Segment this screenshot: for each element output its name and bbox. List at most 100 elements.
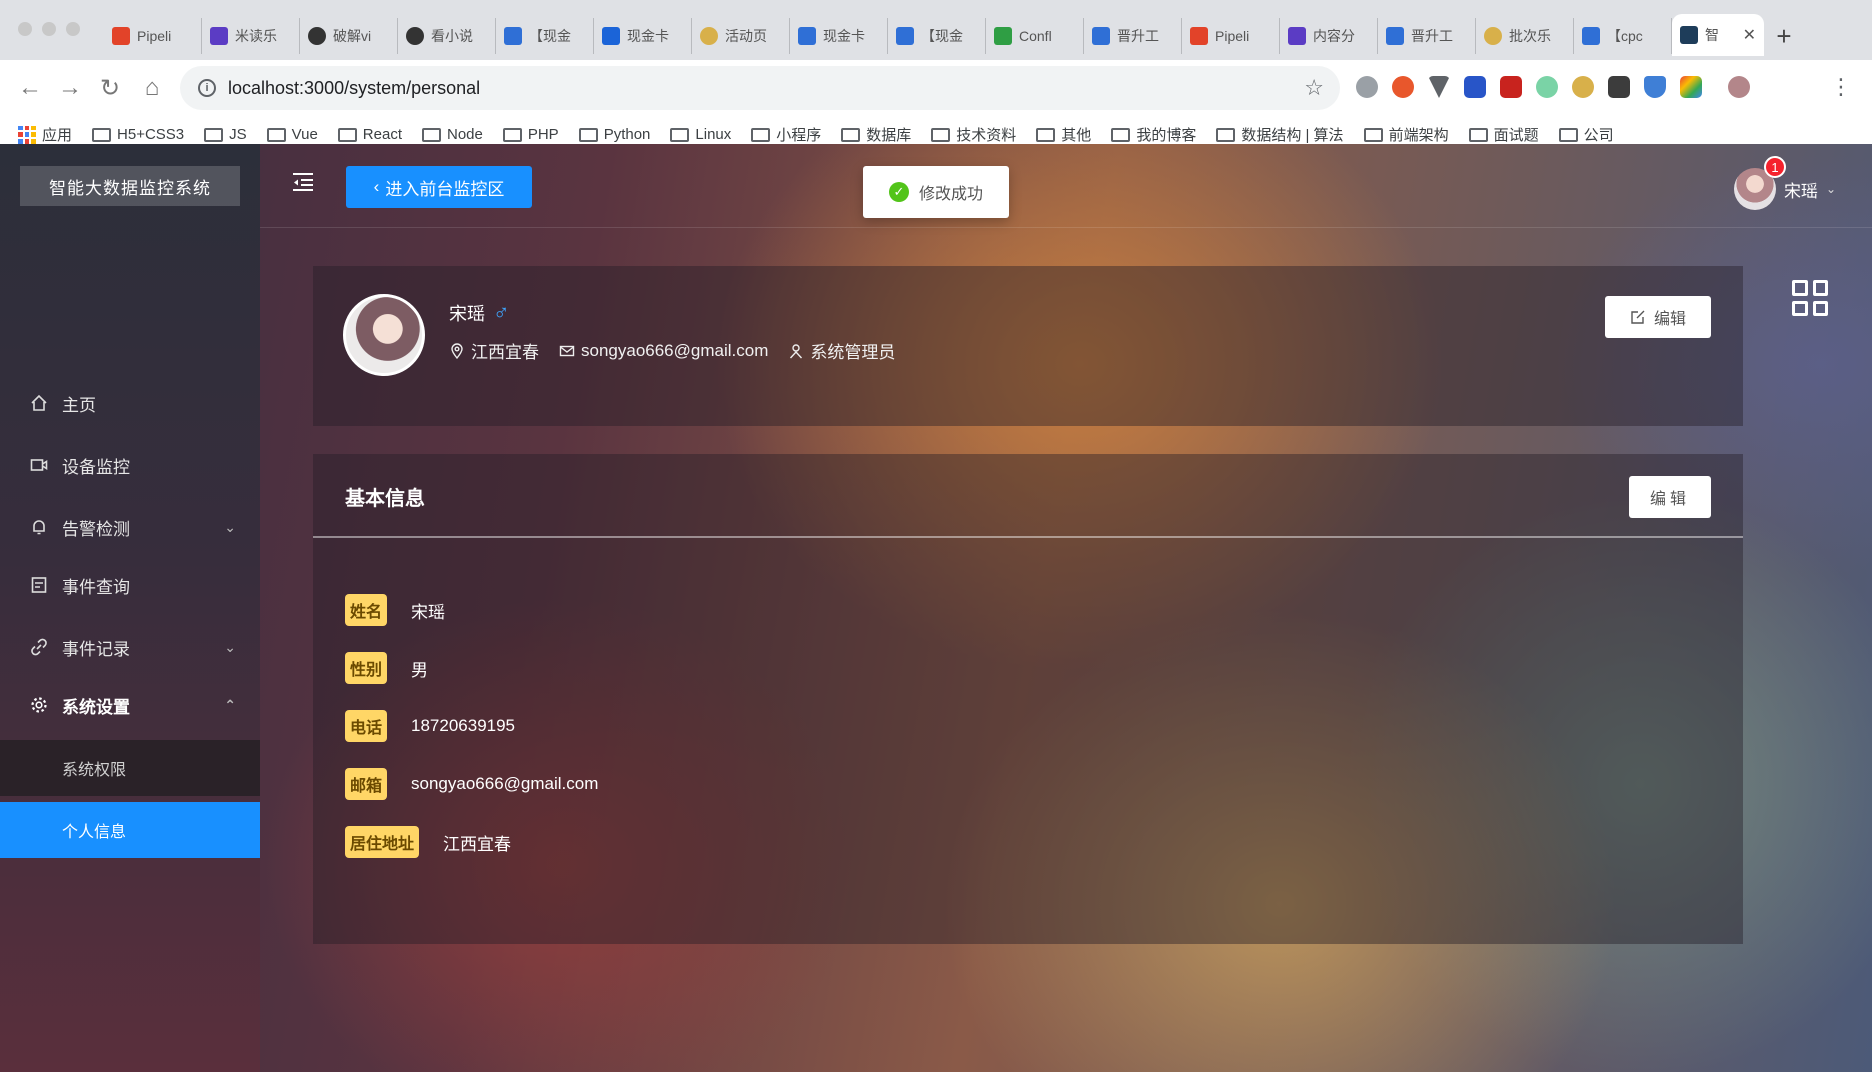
new-tab-button[interactable]: + [1764,18,1804,54]
close-tab-icon[interactable]: ✕ [1743,25,1756,45]
tab-favicon [1092,27,1110,45]
extension-icon[interactable] [1572,76,1594,98]
extension-icon[interactable] [1428,76,1450,98]
tab-favicon [1680,26,1698,44]
sidebar-item-device-monitor[interactable]: 设备监控 [0,436,260,494]
bookmark-item[interactable]: PHP [502,126,559,143]
extension-icon[interactable] [1356,76,1378,98]
bookmark-item[interactable]: Node [421,126,483,143]
bookmark-label: 数据结构 | 算法 [1241,127,1344,144]
browser-tab[interactable]: 活动页 [692,18,790,54]
enter-front-monitor-button[interactable]: ‹ 进入前台监控区 [346,166,532,208]
bookmark-item[interactable]: 技术资料 [931,124,1016,145]
info-value: 18720639195 [411,716,516,735]
folder-icon [578,127,598,142]
location-pin-icon [451,342,463,359]
bookmark-item[interactable]: H5+CSS3 [92,126,184,143]
minimize-window-button[interactable] [42,22,56,36]
bookmark-item[interactable]: 数据结构 | 算法 [1216,124,1344,145]
extension-icon[interactable] [1500,76,1522,98]
browser-tab[interactable]: Pipeli [104,18,202,54]
reload-icon[interactable]: ↻ [92,70,128,106]
sidebar-item-label: 告警检测 [62,519,130,539]
sidebar-item-home[interactable]: 主页 [0,374,260,432]
browser-tab[interactable]: 看小说 [398,18,496,54]
extension-icon[interactable] [1536,76,1558,98]
folder-icon [421,127,441,142]
tab-title: 【现金 [921,28,963,44]
browser-tab-active[interactable]: 智 ✕ [1672,14,1764,56]
browser-tab[interactable]: Confl [986,18,1084,54]
home-icon[interactable]: ⌂ [134,70,170,106]
profile-avatar-icon[interactable] [1728,76,1750,98]
bookmark-item[interactable]: 其他 [1036,124,1091,145]
info-label: 电话 [345,710,388,742]
basic-info-edit-button[interactable]: 编辑 [1629,476,1711,518]
close-window-button[interactable] [18,22,32,36]
profile-edit-button[interactable]: 编辑 [1605,296,1711,338]
bookmark-item[interactable]: 我的博客 [1111,124,1196,145]
sidebar-item-alarm[interactable]: 告警检测 ⌄ [0,498,260,556]
bookmark-item[interactable]: Linux [670,126,731,143]
bookmark-item[interactable]: Vue [266,126,318,143]
app-logo[interactable]: 智能大数据监控系统 [20,166,240,206]
site-info-icon[interactable]: i [198,79,216,97]
browser-tab[interactable]: Pipeli [1182,18,1280,54]
more-menu-icon[interactable]: ⋮ [1830,74,1852,100]
extension-icon[interactable] [1608,76,1630,98]
extension-icon[interactable] [1680,76,1702,98]
sidebar: 智能大数据监控系统 主页 设备监控 告警检测 ⌄ 事件查询 事件记录 ⌄ 系统设… [0,144,260,1072]
app-grid-icon[interactable] [1792,280,1828,316]
user-menu[interactable]: 1 宋瑶 ⌄ [1733,156,1836,210]
window-controls[interactable] [18,22,80,36]
browser-tab[interactable]: 破解vi [300,18,398,54]
tab-title: 破解vi [333,28,372,44]
browser-tab[interactable]: 现金卡 [790,18,888,54]
extension-icon[interactable] [1392,76,1414,98]
sidebar-item-event-query[interactable]: 事件查询 [0,556,260,614]
browser-tab[interactable]: 晋升工 [1084,18,1182,54]
info-label: 姓名 [345,594,388,626]
basic-info-title: 基本信息 [345,488,425,510]
avatar[interactable]: 1 [1733,156,1786,210]
bookmark-item[interactable]: 小程序 [751,124,821,145]
bookmark-star-icon[interactable]: ☆ [1304,75,1324,101]
bookmark-item[interactable]: 公司 [1558,124,1614,145]
bookmark-item[interactable]: JS [204,126,247,143]
bookmark-item[interactable]: 应用 [18,124,72,145]
address-bar[interactable]: i localhost:3000/system/personal ☆ [180,66,1340,110]
maximize-window-button[interactable] [66,22,80,36]
menu-fold-icon[interactable] [292,172,314,192]
tab-title: Confl [1019,28,1052,44]
sidebar-item-system-settings[interactable]: 系统设置 ⌃ [0,676,260,734]
tab-title: 内容分 [1313,28,1355,44]
sidebar-subitem-permissions[interactable]: 系统权限 [0,740,260,796]
tab-favicon [1582,27,1600,45]
browser-tab[interactable]: 【现金 [496,18,594,54]
bookmark-item[interactable]: 前端架构 [1363,124,1449,145]
sidebar-item-event-record[interactable]: 事件记录 ⌄ [0,618,260,676]
browser-tab[interactable]: 米读乐 [202,18,300,54]
browser-tab[interactable]: 【cpc [1574,18,1672,54]
profile-location-text: 江西宜春 [471,343,539,362]
browser-tab[interactable]: 【现金 [888,18,986,54]
browser-tab[interactable]: 晋升工 [1378,18,1476,54]
extension-icon[interactable] [1644,76,1666,98]
browser-tab[interactable]: 批次乐 [1476,18,1574,54]
bookmark-item[interactable]: 面试题 [1468,124,1539,145]
bookmark-item[interactable]: React [337,126,402,143]
tab-favicon [896,27,914,45]
browser-tab[interactable]: 现金卡 [594,18,692,54]
extension-icon[interactable] [1464,76,1486,98]
tab-strip: Pipeli 米读乐 破解vi 看小说 【现金 现金卡 活动页 现金卡 【现金 … [104,14,1804,60]
forward-icon[interactable]: → [52,70,88,106]
bookmark-item[interactable]: Python [578,126,650,143]
browser-tab[interactable]: 内容分 [1280,18,1378,54]
info-value: songyao666@gmail.com [411,774,599,793]
bookmark-item[interactable]: 数据库 [841,124,911,145]
chevron-left-icon: ‹ [373,177,380,196]
tab-title: 晋升工 [1117,28,1159,44]
folder-icon [670,127,690,142]
back-icon[interactable]: ← [12,70,48,106]
sidebar-subitem-personal-info[interactable]: 个人信息 [0,802,260,858]
